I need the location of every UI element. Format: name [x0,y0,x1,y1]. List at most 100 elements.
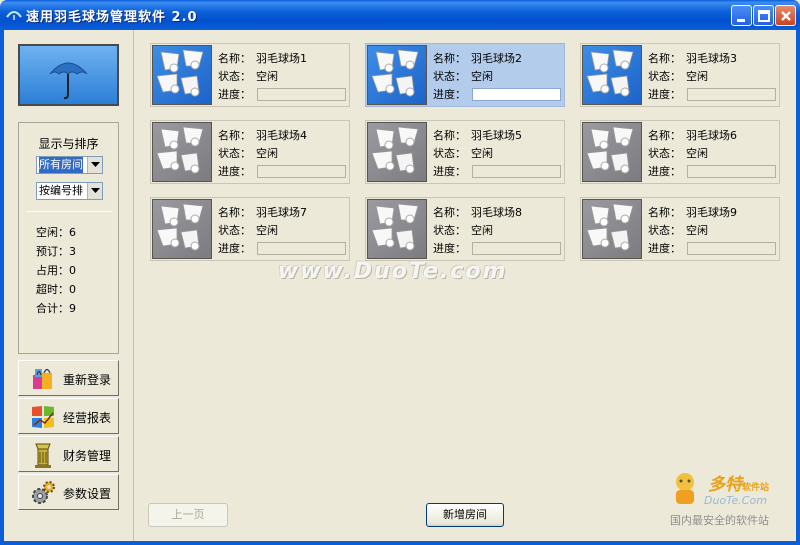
court-progress-row: 进度： [648,165,681,178]
stat-booked: 预订：3 [36,245,76,258]
watermark-brand: 多特软件站 [708,475,770,495]
court-name: 羽毛球场6 [686,129,737,142]
gift-bag-icon [29,365,57,393]
sort-order-value: 按编号排 [39,184,83,197]
shuttlecock-icon [156,49,204,97]
court-thumbnail[interactable] [582,122,642,182]
court-thumbnail[interactable] [152,122,212,182]
court-name: 羽毛球场1 [256,52,307,65]
minimize-button[interactable] [731,5,752,26]
court-status-row: 状态： 空闲 [433,147,493,160]
court-thumbnail[interactable] [152,45,212,105]
court-name-row: 名称： 羽毛球场5 [433,129,522,142]
court-thumbnail[interactable] [582,45,642,105]
watermark-domain: DuoTe.Com [704,494,767,507]
court-thumbnail[interactable] [582,199,642,259]
court-name-row: 名称： 羽毛球场8 [433,206,522,219]
court-thumbnail[interactable] [367,199,427,259]
court-name-row: 名称： 羽毛球场6 [648,129,737,142]
shuttlecock-icon [586,126,634,174]
stats-list: 空闲：6 预订：3 占用：0 超时：0 合计：9 [36,223,76,318]
court-progress-bar [472,242,561,255]
court-name-row: 名称： 羽毛球场4 [218,129,307,142]
filter-title: 显示与排序 [38,137,99,151]
court-name: 羽毛球场4 [256,129,307,142]
court-status-row: 状态： 空闲 [433,70,493,83]
court-thumbnail[interactable] [367,122,427,182]
relogin-label: 重新登录 [63,373,112,387]
umbrella-logo [18,44,119,106]
court-card[interactable]: 名称： 羽毛球场9 状态： 空闲 进度： [580,197,780,261]
corner-watermark: 多特软件站 DuoTe.Com 国内最安全的软件站 [668,470,798,530]
court-progress-row: 进度： [648,242,681,255]
court-card[interactable]: 名称： 羽毛球场8 状态： 空闲 进度： [365,197,565,261]
court-card[interactable]: 名称： 羽毛球场6 状态： 空闲 进度： [580,120,780,184]
court-progress-row: 进度： [433,165,466,178]
court-card[interactable]: 名称： 羽毛球场1 状态： 空闲 进度： [150,43,350,107]
court-card[interactable]: 名称： 羽毛球场7 状态： 空闲 进度： [150,197,350,261]
court-name: 羽毛球场2 [471,52,522,65]
shuttlecock-icon [371,49,419,97]
court-thumbnail[interactable] [152,199,212,259]
court-status: 空闲 [686,147,708,160]
sort-order-select[interactable]: 按编号排 [36,182,103,200]
court-status: 空闲 [471,224,493,237]
filter-group: 显示与排序 所有房间 按编号排 空闲：6 预订：3 占用：0 超时：0 合计：9 [18,122,119,354]
chevron-down-icon [91,162,100,167]
court-card[interactable]: 名称： 羽毛球场3 状态： 空闲 进度： [580,43,780,107]
court-status: 空闲 [256,147,278,160]
shuttlecock-icon [156,126,204,174]
shuttlecock-icon [371,126,419,174]
stat-total: 合计：9 [36,302,76,315]
court-status-row: 状态： 空闲 [218,70,278,83]
court-status-row: 状态： 空闲 [218,147,278,160]
court-card[interactable]: 名称： 羽毛球场5 状态： 空闲进度： [365,120,565,184]
court-status: 空闲 [256,224,278,237]
court-progress-bar [472,165,561,178]
court-status-row: 状态： 空闲 [218,224,278,237]
court-progress-bar [687,242,776,255]
chevron-down-icon [91,188,100,193]
business-report-button[interactable]: 经营报表 [18,398,119,434]
divider [27,211,112,212]
court-progress-row: 进度： [433,242,466,255]
gear-icon [29,479,57,507]
app-icon [6,9,22,21]
maximize-button[interactable] [753,5,774,26]
court-status-row: 状态： 空闲 [648,70,708,83]
minimize-icon [737,19,745,22]
app-window: 速用羽毛球场管理软件 2.0 显示与排序 所有房间 按编号排 空闲：6 预订：3… [0,0,800,545]
court-progress-row: 进度： [218,242,251,255]
court-card[interactable]: 名称： 羽毛球场4 状态： 空闲进度： [150,120,350,184]
relogin-button[interactable]: 重新登录 [18,360,119,396]
court-thumbnail[interactable] [367,45,427,105]
left-panel: 显示与排序 所有房间 按编号排 空闲：6 预订：3 占用：0 超时：0 合计：9 [4,30,134,541]
court-status: 空闲 [471,70,493,83]
shuttlecock-icon [156,203,204,251]
watermark-text: www.DuoTe.com [278,259,508,284]
dropdown-arrow-button[interactable] [87,183,102,199]
watermark-slogan: 国内最安全的软件站 [670,514,769,527]
title-bar[interactable]: 速用羽毛球场管理软件 2.0 [0,0,800,30]
court-name-row: 名称： 羽毛球场9 [648,206,737,219]
court-card[interactable]: 名称： 羽毛球场2 状态： 空闲 进度： [365,43,565,107]
court-name-row: 名称： 羽毛球场2 [433,52,522,65]
court-progress-row: 进度： [218,165,251,178]
court-name: 羽毛球场8 [471,206,522,219]
court-name: 羽毛球场3 [686,52,737,65]
court-status: 空闲 [686,70,708,83]
dropdown-arrow-button[interactable] [87,157,102,173]
court-name-row: 名称： 羽毛球场3 [648,52,737,65]
settings-button[interactable]: 参数设置 [18,474,119,510]
finance-button[interactable]: 财务管理 [18,436,119,472]
close-button[interactable] [775,5,796,26]
room-filter-select[interactable]: 所有房间 [36,156,103,174]
court-name-row: 名称： 羽毛球场1 [218,52,307,65]
umbrella-icon [49,62,88,100]
finance-label: 财务管理 [63,449,112,463]
court-status: 空闲 [256,70,278,83]
prev-page-button[interactable]: 上一页 [148,503,228,527]
add-room-button[interactable]: 新增房间 [426,503,504,527]
close-icon [781,11,791,21]
court-progress-bar [687,88,776,101]
